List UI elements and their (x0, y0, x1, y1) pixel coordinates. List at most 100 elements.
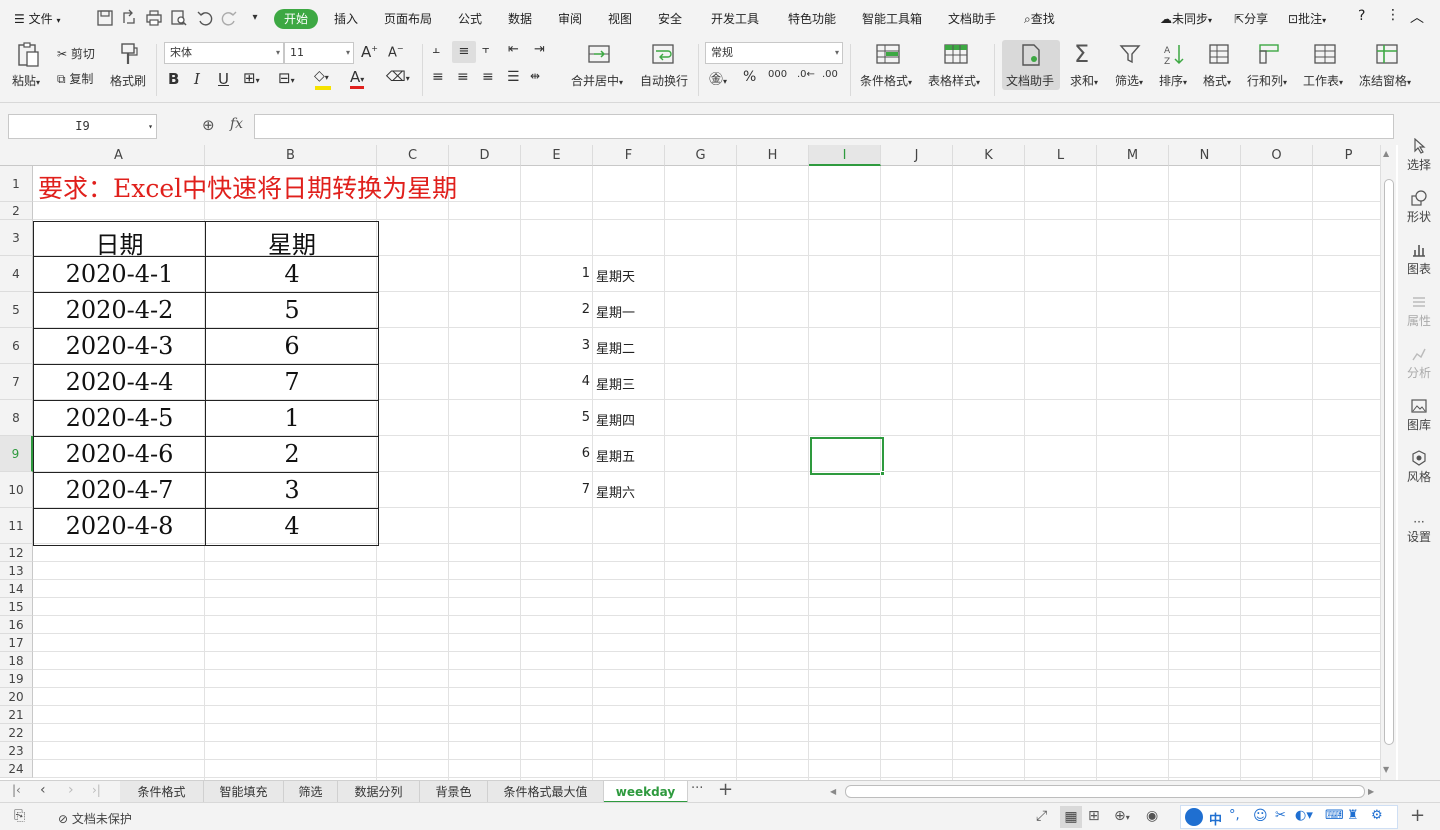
scroll-right-icon[interactable]: ▶ (1368, 787, 1374, 796)
decrease-indent-icon[interactable]: ⇤ (508, 42, 519, 57)
sum-icon[interactable]: Σ (1074, 42, 1089, 66)
row-header[interactable]: 4 (0, 256, 33, 292)
merge-center-icon[interactable] (588, 43, 610, 65)
header-date[interactable]: 日期 (34, 225, 205, 260)
sidebar-shape[interactable]: 形状 (1398, 190, 1440, 225)
filter-button[interactable]: 筛选▾ (1115, 72, 1143, 89)
lookup-weekday-name-cell[interactable]: 星期一 (596, 302, 635, 321)
page-break-view-icon[interactable]: ⊞ (1088, 808, 1100, 824)
thousands-icon[interactable]: 000 (768, 69, 787, 80)
italic-icon[interactable]: I (194, 70, 200, 88)
doc-helper-button[interactable]: 文档助手 (1002, 40, 1060, 90)
last-sheet-icon[interactable]: ›| (92, 783, 101, 797)
tab-insert[interactable]: 插入 (334, 10, 358, 27)
worksheet-button[interactable]: 工作表▾ (1303, 72, 1343, 89)
row-header[interactable]: 16 (0, 616, 33, 634)
bold-icon[interactable]: B (168, 70, 179, 88)
row-header[interactable]: 20 (0, 688, 33, 706)
select-all-corner[interactable] (0, 145, 34, 166)
date-cell[interactable]: 2020-4-5 (34, 404, 205, 432)
align-center-icon[interactable]: ≡ (457, 69, 469, 85)
column-header[interactable]: B (205, 145, 377, 166)
row-header[interactable]: 15 (0, 598, 33, 616)
number-format-select[interactable]: 常规 ▾ (705, 42, 843, 64)
paste-button[interactable]: 粘贴▾ (12, 72, 40, 89)
tab-data[interactable]: 数据 (508, 10, 532, 27)
file-menu[interactable]: ☰ 文件 ▾ (14, 10, 60, 27)
increase-decimal-icon[interactable]: .0← (797, 69, 815, 80)
fill-handle[interactable] (880, 471, 885, 476)
lookup-number-cell[interactable]: 7 (521, 482, 590, 497)
column-header[interactable]: M (1097, 145, 1169, 166)
cut-button[interactable]: ✂ 剪切 (57, 45, 95, 62)
tab-doc-helper[interactable]: 文档助手 (948, 10, 996, 27)
sheet-tab[interactable]: 筛选 (284, 781, 338, 803)
lookup-number-cell[interactable]: 5 (521, 410, 590, 425)
fill-pattern-icon[interactable]: ⊟▾ (278, 69, 295, 87)
currency-icon[interactable]: ㊎▾ (709, 69, 727, 89)
more-icon[interactable]: ⋮ (1386, 7, 1400, 23)
font-size-select[interactable]: 11 ▾ (284, 42, 354, 64)
freeze-panes-icon[interactable] (1375, 43, 1399, 65)
next-sheet-icon[interactable]: › (68, 782, 74, 798)
clear-format-icon[interactable]: ⌫▾ (386, 69, 410, 85)
protect-status[interactable]: ⊘ 文档未保护 (58, 810, 132, 827)
format-painter-icon[interactable] (118, 42, 140, 66)
column-header[interactable]: F (593, 145, 665, 166)
format-icon[interactable] (1208, 43, 1230, 65)
lookup-number-cell[interactable]: 4 (521, 374, 590, 389)
tab-special-features[interactable]: 特色功能 (788, 10, 836, 27)
copy-button[interactable]: ⧉ 复制 (57, 70, 93, 87)
row-header[interactable]: 14 (0, 580, 33, 598)
row-header[interactable]: 22 (0, 724, 33, 742)
header-week[interactable]: 星期 (206, 225, 378, 260)
column-header[interactable]: P (1313, 145, 1380, 166)
date-cell[interactable]: 2020-4-6 (34, 440, 205, 468)
scroll-left-icon[interactable]: ◀ (830, 787, 836, 796)
tab-view[interactable]: 视图 (608, 10, 632, 27)
column-header[interactable]: E (521, 145, 593, 166)
conditional-format-icon[interactable] (876, 43, 900, 65)
merge-center-button[interactable]: 合并居中▾ (571, 72, 623, 89)
row-header[interactable]: 7 (0, 364, 33, 400)
column-header[interactable]: A (33, 145, 205, 166)
save-icon[interactable] (96, 9, 114, 27)
freeze-panes-button[interactable]: 冻结窗格▾ (1359, 72, 1411, 89)
lookup-number-cell[interactable]: 2 (521, 302, 590, 317)
tab-review[interactable]: 审阅 (558, 10, 582, 27)
name-box[interactable]: I9 ▾ (8, 114, 157, 139)
lookup-weekday-name-cell[interactable]: 星期五 (596, 446, 635, 465)
weekday-number-cell[interactable]: 3 (206, 476, 378, 504)
row-header[interactable]: 23 (0, 742, 33, 760)
export-icon[interactable] (120, 9, 138, 27)
help-icon[interactable]: ? (1358, 8, 1365, 24)
ime-toolbar[interactable]: 中 °, ☺ ✂ ◐▾ ⌨ ♜ ⚙ (1180, 805, 1398, 829)
weekday-number-cell[interactable]: 4 (206, 260, 378, 288)
row-header[interactable]: 1 (0, 166, 33, 202)
lookup-weekday-name-cell[interactable]: 星期二 (596, 338, 635, 357)
more-sheets-icon[interactable]: ··· (691, 781, 703, 796)
reading-mode-icon[interactable]: ⊕▾ (1114, 808, 1130, 824)
date-cell[interactable]: 2020-4-3 (34, 332, 205, 360)
macro-record-icon[interactable]: ⎘ (14, 808, 25, 824)
row-header[interactable]: 6 (0, 328, 33, 364)
scroll-up-icon[interactable]: ▲ (1383, 149, 1389, 158)
align-left-icon[interactable]: ≡ (432, 69, 444, 85)
column-header[interactable]: K (953, 145, 1025, 166)
date-cell[interactable]: 2020-4-7 (34, 476, 205, 504)
sheet-tab[interactable]: 条件格式最大值 (488, 781, 604, 803)
distributed-icon[interactable]: ⇹ (530, 69, 540, 83)
fullscreen-icon[interactable]: ⤢ (1036, 808, 1047, 824)
selected-cell-I9[interactable] (810, 437, 884, 475)
lookup-weekday-name-cell[interactable]: 星期天 (596, 266, 635, 285)
lookup-number-cell[interactable]: 3 (521, 338, 590, 353)
date-cell[interactable]: 2020-4-1 (34, 260, 205, 288)
sidebar-select[interactable]: 选择 (1398, 138, 1440, 173)
eye-protection-icon[interactable]: ◉ (1146, 808, 1158, 824)
filter-icon[interactable] (1119, 43, 1141, 65)
column-header[interactable]: H (737, 145, 809, 166)
scrollbar-thumb[interactable] (1384, 179, 1394, 745)
horizontal-scrollbar-thumb[interactable] (845, 785, 1365, 798)
align-top-icon[interactable]: ⫠ (432, 42, 440, 57)
tab-smart-toolbox[interactable]: 智能工具箱 (862, 10, 922, 27)
